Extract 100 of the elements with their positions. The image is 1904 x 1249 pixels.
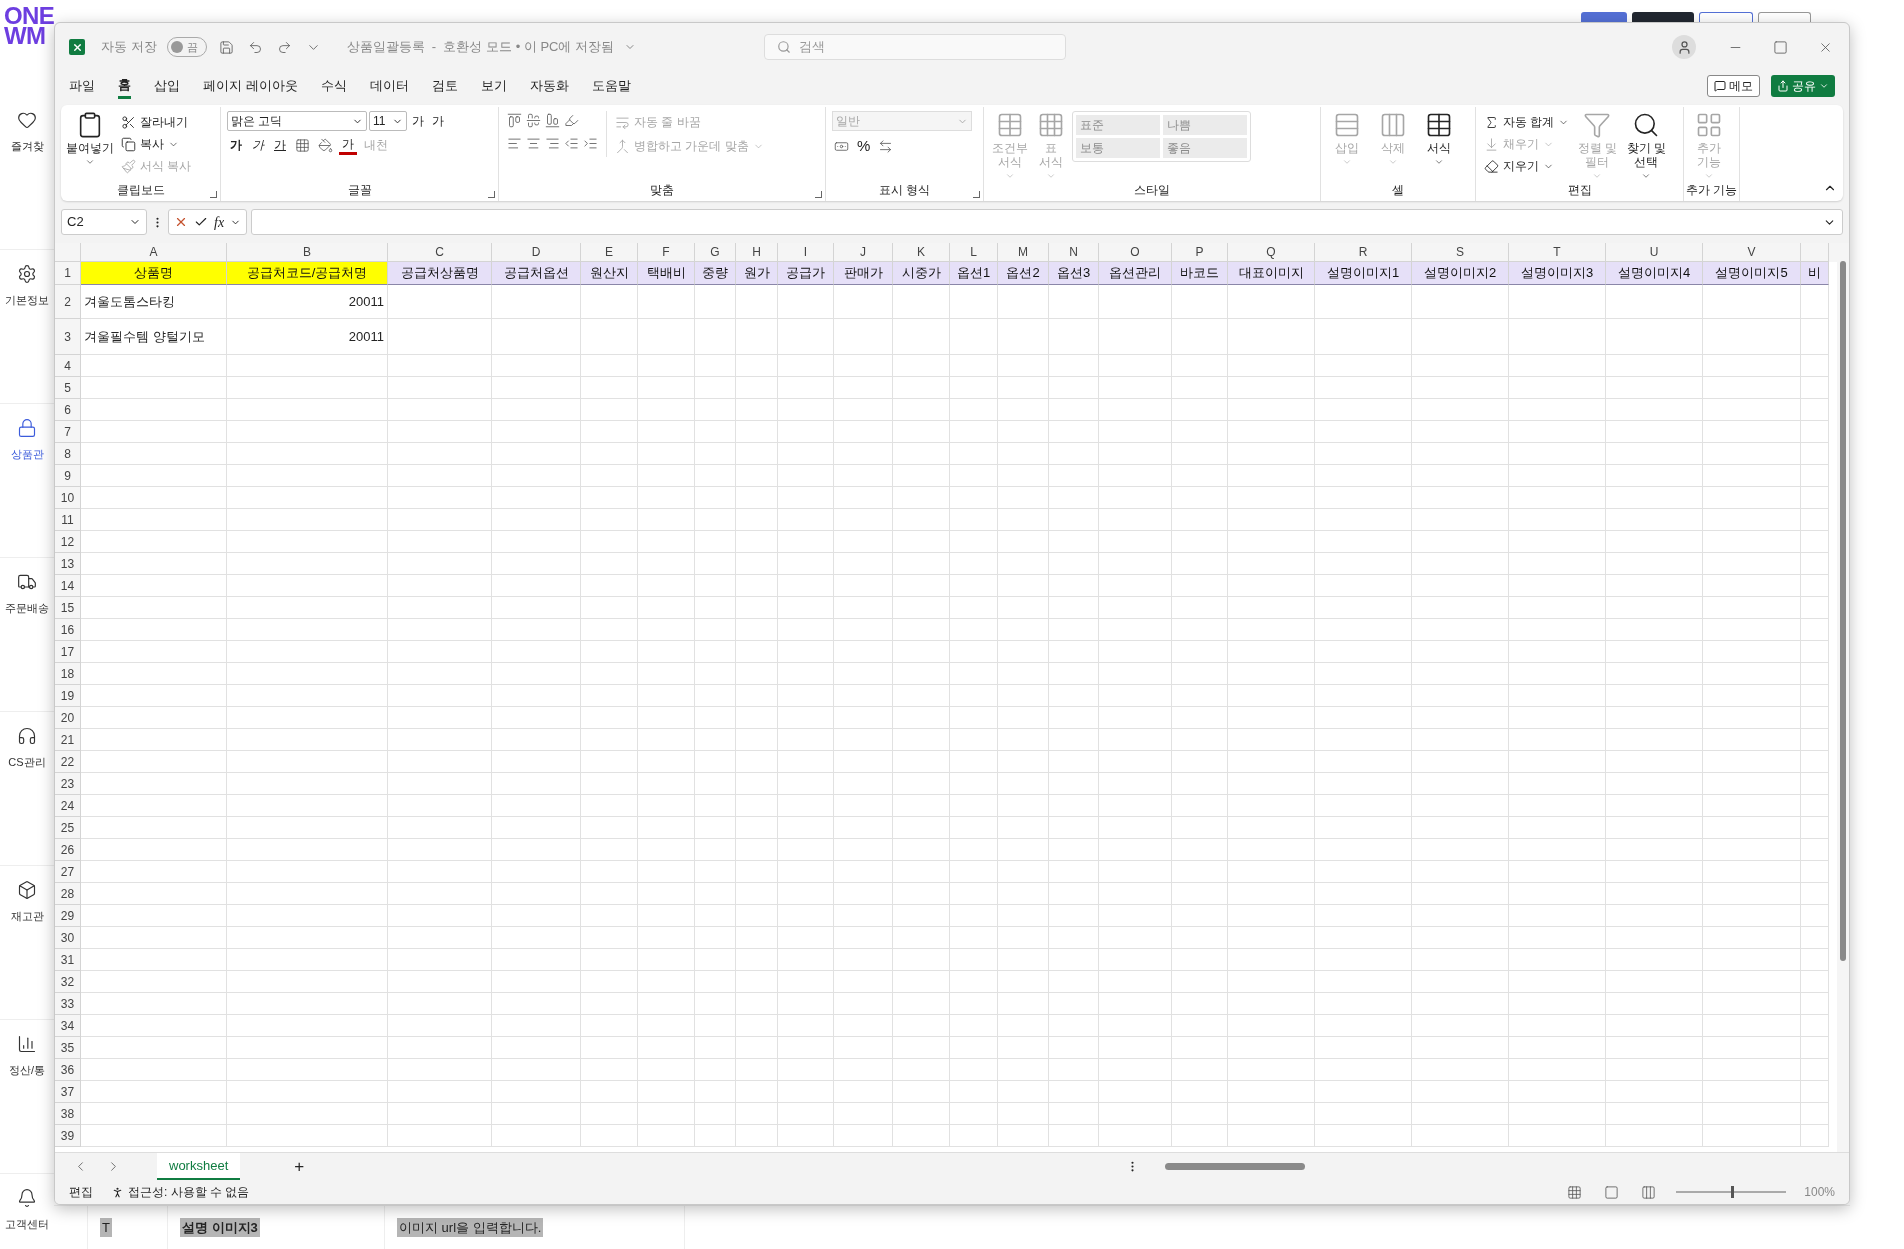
row-header[interactable]: 23 bbox=[55, 773, 81, 795]
row-header[interactable]: 6 bbox=[55, 399, 81, 421]
row-header[interactable]: 26 bbox=[55, 839, 81, 861]
ribbon-button[interactable]: 지우기 bbox=[1482, 155, 1572, 177]
row-header[interactable]: 1 bbox=[55, 262, 81, 285]
zoom-slider[interactable] bbox=[1676, 1186, 1787, 1198]
insert-function-button[interactable]: fx bbox=[214, 211, 225, 233]
row-header[interactable]: 7 bbox=[55, 421, 81, 443]
zoom-thumb[interactable] bbox=[1731, 1186, 1735, 1198]
scrollbar-thumb[interactable] bbox=[1840, 261, 1846, 961]
ribbon-button[interactable]: 잘라내기 bbox=[119, 111, 194, 133]
font-button[interactable]: 가 bbox=[409, 111, 427, 131]
align-top-icon[interactable] bbox=[505, 111, 524, 130]
table-cell[interactable]: 20011 bbox=[227, 319, 388, 355]
row-header[interactable]: 31 bbox=[55, 949, 81, 971]
row-header[interactable]: 27 bbox=[55, 861, 81, 883]
row-header[interactable]: 22 bbox=[55, 751, 81, 773]
row-header[interactable]: 28 bbox=[55, 883, 81, 905]
font-button[interactable]: 가 bbox=[249, 135, 267, 155]
ribbon-tab[interactable]: 도움말 bbox=[591, 73, 631, 99]
sidebar-icon bbox=[17, 264, 37, 284]
formula-field[interactable] bbox=[251, 209, 1843, 235]
font-button[interactable]: 가 bbox=[271, 135, 289, 155]
row-header[interactable]: 17 bbox=[55, 641, 81, 663]
ribbon-tab[interactable]: 파일 bbox=[69, 73, 95, 99]
ribbon-tab[interactable]: 수식 bbox=[320, 73, 347, 99]
share-button[interactable]: 공유 bbox=[1771, 75, 1835, 97]
row-header[interactable]: 32 bbox=[55, 971, 81, 993]
row-header[interactable]: 14 bbox=[55, 575, 81, 597]
ribbon-button[interactable]: 찾기 및 선택 bbox=[1623, 111, 1670, 181]
row-header[interactable]: 11 bbox=[55, 509, 81, 531]
font-size-field[interactable]: 11 bbox=[369, 111, 407, 131]
row-header[interactable]: 13 bbox=[55, 553, 81, 575]
row-header[interactable]: 30 bbox=[55, 927, 81, 949]
row-header[interactable]: 29 bbox=[55, 905, 81, 927]
accessibility-status[interactable]: 접근성: 사용할 수 없음 bbox=[128, 1183, 250, 1201]
font-button[interactable]: 가 bbox=[227, 135, 245, 155]
group-label: 맞춤 bbox=[650, 182, 674, 199]
ribbon-tab[interactable]: 홈 bbox=[118, 73, 131, 99]
row-header[interactable]: 37 bbox=[55, 1081, 81, 1103]
table-cell[interactable]: 겨울필수템 양털기모 bbox=[81, 319, 227, 355]
vertical-scrollbar[interactable] bbox=[1837, 243, 1849, 1152]
row-header[interactable]: 35 bbox=[55, 1037, 81, 1059]
caret-icon bbox=[1592, 171, 1603, 181]
align-bottom-icon[interactable] bbox=[543, 111, 562, 130]
dialog-launcher-icon[interactable] bbox=[973, 191, 980, 198]
row-header[interactable]: 3 bbox=[55, 319, 81, 355]
row-header[interactable]: 2 bbox=[55, 285, 81, 319]
ribbon-tab[interactable]: 자동화 bbox=[529, 73, 569, 99]
row-header[interactable]: 10 bbox=[55, 487, 81, 509]
row-header[interactable]: 34 bbox=[55, 1015, 81, 1037]
ribbon-tab[interactable]: 보기 bbox=[480, 73, 507, 99]
caret-icon bbox=[1819, 81, 1829, 91]
row-header[interactable]: 8 bbox=[55, 443, 81, 465]
ribbon-button[interactable]: 자동 합계 bbox=[1482, 111, 1572, 133]
share-icon bbox=[1777, 80, 1789, 92]
row-header[interactable]: 38 bbox=[55, 1103, 81, 1125]
align-middle-icon[interactable] bbox=[524, 111, 543, 130]
row-header[interactable]: 18 bbox=[55, 663, 81, 685]
dialog-launcher-icon[interactable] bbox=[488, 191, 495, 198]
ribbon-button[interactable]: 복사 bbox=[119, 133, 194, 155]
table-cell[interactable]: 겨울도톰스타킹 bbox=[81, 285, 227, 319]
row-header[interactable]: 21 bbox=[55, 729, 81, 751]
row-header[interactable]: 15 bbox=[55, 597, 81, 619]
table-cell[interactable]: 20011 bbox=[227, 285, 388, 319]
ribbon-button[interactable]: 붙여넣기 bbox=[67, 111, 113, 167]
ribbon-icon bbox=[615, 138, 630, 154]
row-header[interactable]: 9 bbox=[55, 465, 81, 487]
percent-button[interactable]: % bbox=[855, 135, 873, 158]
caret-icon bbox=[1046, 171, 1056, 181]
caret-icon bbox=[1005, 171, 1015, 181]
row-header[interactable]: 5 bbox=[55, 377, 81, 399]
header-cell: 판매가 bbox=[834, 262, 893, 285]
ribbon-tab[interactable]: 페이지 레이아웃 bbox=[203, 73, 298, 99]
row-header[interactable]: 19 bbox=[55, 685, 81, 707]
sheet-tab[interactable]: worksheet bbox=[157, 1153, 241, 1180]
row-header[interactable]: 16 bbox=[55, 619, 81, 641]
row-header[interactable]: 25 bbox=[55, 817, 81, 839]
row-header[interactable]: 20 bbox=[55, 707, 81, 729]
font-name-field[interactable]: 맑은 고딕 bbox=[227, 111, 367, 131]
row-header[interactable]: 39 bbox=[55, 1125, 81, 1147]
memo-button[interactable]: 메모 bbox=[1707, 75, 1760, 97]
ribbon-icon bbox=[1484, 136, 1499, 152]
row-header[interactable]: 4 bbox=[55, 355, 81, 377]
ribbon-tab[interactable]: 데이터 bbox=[369, 73, 409, 99]
row-header[interactable]: 33 bbox=[55, 993, 81, 1015]
font-button[interactable]: 가 bbox=[429, 111, 447, 131]
ribbon-tab[interactable]: 검토 bbox=[431, 73, 458, 99]
row-header[interactable]: 12 bbox=[55, 531, 81, 553]
select-all-button[interactable] bbox=[55, 243, 81, 262]
font-button[interactable]: 가 bbox=[339, 135, 357, 155]
ribbon-tab[interactable]: 삽입 bbox=[154, 73, 180, 99]
dialog-launcher-icon[interactable] bbox=[815, 191, 822, 198]
row-header[interactable]: 24 bbox=[55, 795, 81, 817]
ribbon-button[interactable]: 서식 bbox=[1419, 111, 1459, 167]
name-box[interactable]: C2 bbox=[61, 209, 147, 235]
avatar-icon[interactable] bbox=[1672, 35, 1696, 59]
row-header[interactable]: 36 bbox=[55, 1059, 81, 1081]
add-sheet-button[interactable]: + bbox=[294, 1153, 305, 1180]
dialog-launcher-icon[interactable] bbox=[210, 191, 217, 198]
